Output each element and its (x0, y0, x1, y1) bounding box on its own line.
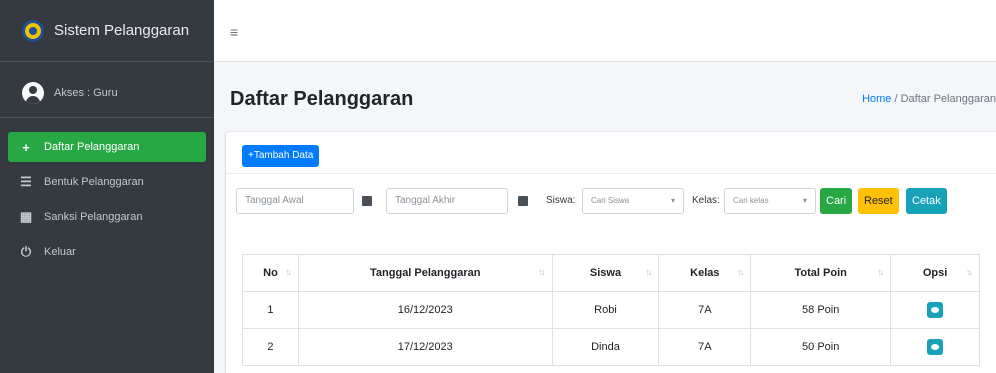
content-header: Daftar Pelanggaran Home / Daftar Pelangg… (214, 62, 996, 132)
siswa-label: Siswa: (546, 195, 576, 206)
end-date-input[interactable]: Tanggal Akhir (386, 188, 508, 214)
user-access-label: Akses : Guru (54, 86, 118, 99)
violations-table: No ↑↓ Tanggal Pelanggaran ↑↓ Siswa ↑↓ Kelas… (242, 254, 980, 366)
cell-no: 1 (242, 291, 299, 329)
column-header-kelas[interactable]: Kelas ↑↓ (658, 254, 752, 292)
sidebar: Sistem Pelanggaran Akses : Guru + Daftar… (0, 0, 214, 373)
plus-icon: + (22, 139, 30, 155)
breadcrumb-current: Daftar Pelanggaran (900, 93, 996, 105)
start-date-input[interactable]: Tanggal Awal (236, 188, 354, 214)
cell-siswa: Dinda (551, 328, 660, 366)
column-header-label: No (263, 267, 278, 279)
column-header-label: Opsi (922, 267, 948, 279)
breadcrumb-home-link[interactable]: Home (862, 93, 891, 105)
siswa-select-placeholder: Cari Siswa (591, 196, 630, 205)
sidebar-nav: + Daftar Pelanggaran ☰ Bentuk Pelanggara… (0, 118, 214, 267)
brand-title: Sistem Pelanggaran (54, 22, 190, 39)
cell-no: 2 (242, 328, 299, 366)
cell-total-poin: 58 Poin (750, 291, 892, 329)
sort-icon: ↑↓ (966, 267, 973, 277)
kelas-select-placeholder: Cari kelas (733, 196, 769, 205)
column-header-siswa[interactable]: Siswa ↑↓ (551, 254, 660, 292)
table-icon: ▦ (19, 209, 33, 224)
cell-opsi (890, 328, 980, 366)
print-button[interactable]: Cetak (906, 188, 947, 214)
kelas-label: Kelas: (692, 195, 720, 206)
chevron-down-icon: ▾ (802, 196, 807, 205)
reset-button[interactable]: Reset (858, 188, 899, 214)
cell-kelas: 7A (658, 291, 752, 329)
user-circle-icon (22, 81, 44, 104)
sort-icon: ↑↓ (645, 267, 652, 277)
column-header-total-poin[interactable]: Total Poin ↑↓ (750, 254, 892, 292)
calendar-icon[interactable] (510, 188, 536, 214)
page-title: Daftar Pelanggaran (230, 88, 414, 110)
add-data-button[interactable]: +Tambah Data (242, 145, 320, 167)
violations-card: +Tambah Data Tanggal Awal Tanggal Akhir … (226, 132, 996, 373)
sort-icon: ↑↓ (737, 267, 744, 277)
cell-kelas: 7A (658, 328, 752, 366)
sidebar-item-bentuk-pelanggaran[interactable]: ☰ Bentuk Pelanggaran (8, 167, 206, 197)
column-header-label: Tanggal Pelanggaran (370, 267, 481, 279)
column-header-label: Kelas (690, 267, 720, 279)
search-button[interactable]: Cari (820, 188, 853, 214)
cell-opsi (890, 291, 980, 329)
cell-tanggal: 16/12/2023 (297, 291, 553, 329)
power-icon: ⏻ (20, 244, 32, 259)
siswa-select[interactable]: Cari Siswa ▾ (582, 188, 684, 214)
school-logo-icon (22, 19, 44, 42)
sidebar-item-keluar[interactable]: ⏻ Keluar (8, 237, 206, 267)
list-icon: ☰ (20, 174, 32, 189)
table-row: 2 17/12/2023 Dinda 7A 50 Poin (242, 328, 980, 366)
table-row: 1 16/12/2023 Robi 7A 58 Poin (242, 291, 980, 329)
breadcrumb: Home / Daftar Pelanggaran (862, 93, 996, 105)
column-header-opsi[interactable]: Opsi ↑↓ (890, 254, 980, 292)
user-panel: Akses : Guru (0, 68, 214, 118)
view-eye-icon[interactable] (927, 302, 944, 318)
sidebar-item-label: Bentuk Pelanggaran (44, 176, 144, 188)
view-eye-icon[interactable] (927, 339, 944, 355)
column-header-label: Siswa (589, 267, 622, 279)
sort-icon: ↑↓ (538, 267, 546, 277)
sidebar-item-label: Daftar Pelanggaran (44, 141, 140, 153)
calendar-icon[interactable] (354, 188, 380, 214)
breadcrumb-separator: / (891, 93, 901, 105)
sidebar-item-daftar-pelanggaran[interactable]: + Daftar Pelanggaran (8, 132, 206, 162)
hamburger-menu-icon[interactable]: ≡ (230, 24, 238, 40)
sort-icon: ↑↓ (284, 267, 292, 277)
sidebar-item-sanksi-pelanggaran[interactable]: ▦ Sanksi Pelanggaran (8, 202, 206, 232)
brand[interactable]: Sistem Pelanggaran (0, 0, 214, 62)
cell-total-poin: 50 Poin (750, 328, 892, 366)
sidebar-item-label: Sanksi Pelanggaran (44, 211, 143, 223)
kelas-select[interactable]: Cari kelas ▾ (724, 188, 816, 214)
topbar: ≡ (214, 0, 996, 62)
sort-icon: ↑↓ (877, 267, 884, 277)
filter-bar: Tanggal Awal Tanggal Akhir Siswa: Cari S… (232, 188, 996, 214)
column-header-label: Total Poin (794, 267, 847, 279)
cell-tanggal: 17/12/2023 (297, 328, 553, 366)
chevron-down-icon: ▾ (670, 196, 675, 205)
cell-siswa: Robi (551, 291, 660, 329)
card-header: +Tambah Data (226, 132, 996, 174)
column-header-tanggal[interactable]: Tanggal Pelanggaran ↑↓ (297, 254, 553, 292)
sidebar-item-label: Keluar (44, 246, 76, 258)
column-header-no[interactable]: No ↑↓ (242, 254, 299, 292)
table-header-row: No ↑↓ Tanggal Pelanggaran ↑↓ Siswa ↑↓ Kelas… (242, 254, 980, 292)
